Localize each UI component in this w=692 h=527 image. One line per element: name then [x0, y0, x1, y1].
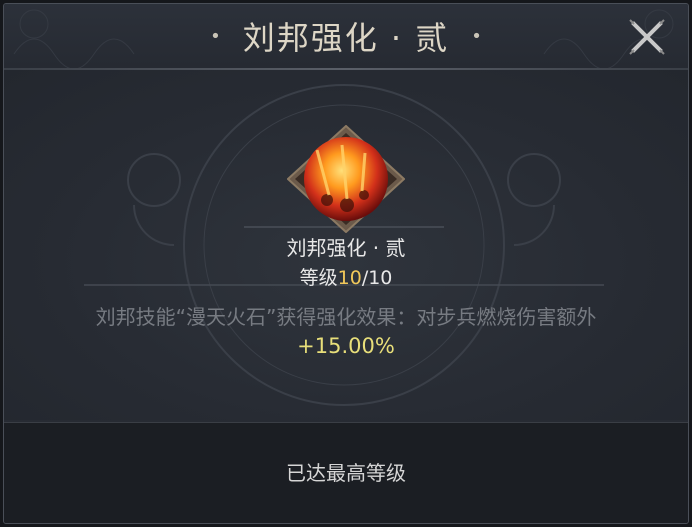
- close-x-icon: [629, 19, 665, 55]
- close-button[interactable]: [624, 14, 670, 60]
- bonus-value: +15.00%: [297, 334, 395, 358]
- title-row: • 刘邦强化 · 贰 •: [4, 16, 688, 57]
- dialog-header: • 刘邦强化 · 贰 •: [4, 4, 688, 68]
- skill-description: 刘邦技能“漫天火石”获得强化效果：对步兵燃烧伤害额外: [95, 305, 597, 329]
- dialog-title: 刘邦强化 · 贰: [242, 19, 450, 57]
- upgrade-dialog: • 刘邦强化 · 贰 • 刘邦强化 · 贰 等级10/10 刘邦技能“漫天火石”…: [3, 3, 689, 524]
- max-level-status: 已达最高等级: [286, 461, 406, 485]
- level-label: 等级: [299, 267, 338, 289]
- level-max: /10: [361, 267, 393, 289]
- level-line: 等级10/10: [4, 263, 688, 290]
- meteor-fire-icon: [286, 124, 406, 234]
- title-dot-right: •: [471, 25, 482, 47]
- skill-icon-frame: [286, 124, 406, 234]
- dialog-footer: 已达最高等级: [4, 422, 688, 523]
- title-dot-left: •: [210, 25, 221, 47]
- skill-name: 刘邦强化 · 贰: [286, 236, 406, 260]
- level-current: 10: [337, 267, 362, 289]
